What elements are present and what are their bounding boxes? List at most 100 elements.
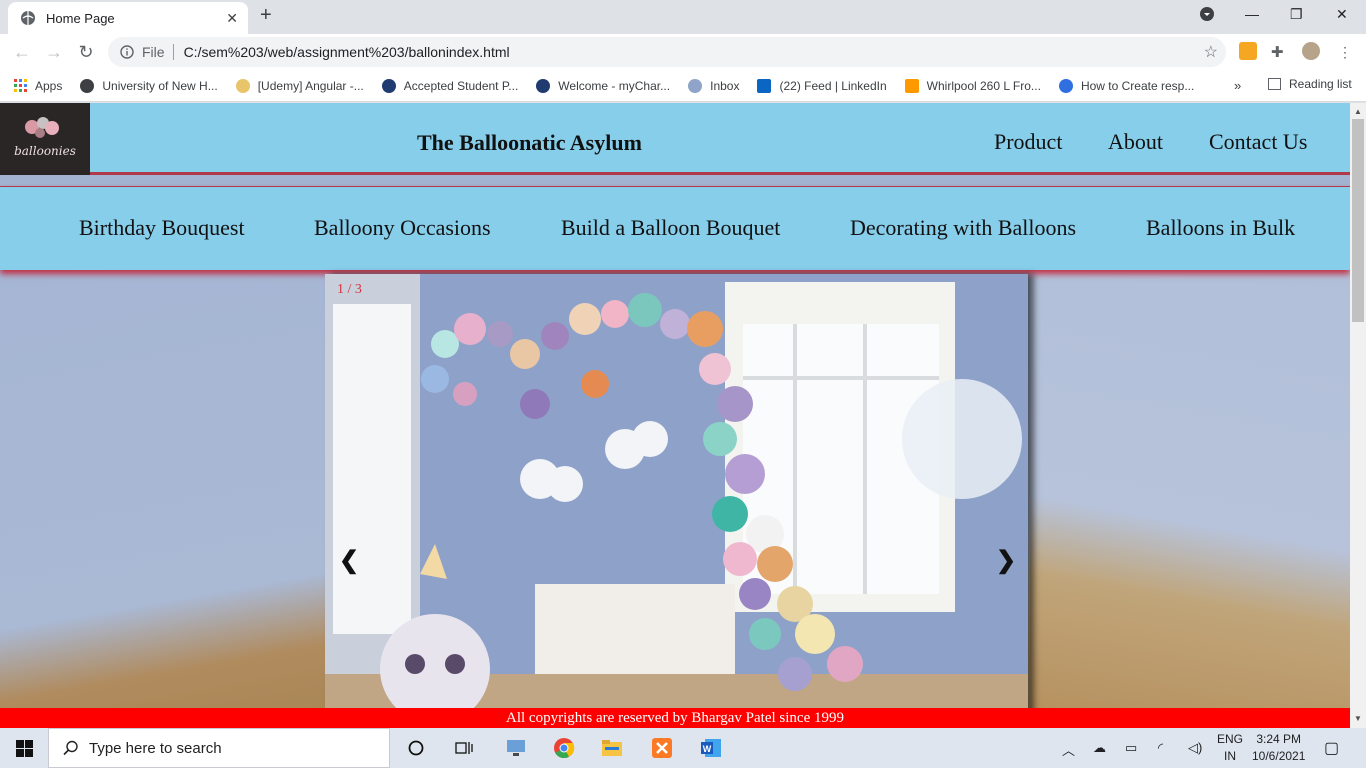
amazon-icon (904, 78, 919, 93)
reading-list-button[interactable]: Reading list (1268, 77, 1352, 91)
desktop-app-icon[interactable] (504, 736, 528, 760)
word-icon[interactable]: W (699, 736, 723, 760)
slideshow-prev-button[interactable]: ❮ (339, 546, 359, 575)
category-balloons-in-bulk[interactable]: Balloons in Bulk (1146, 215, 1295, 241)
bookmark-label: (22) Feed | LinkedIn (779, 78, 887, 93)
more-bookmarks-icon[interactable]: » (1234, 78, 1241, 93)
clock-time: 3:24 PM (1256, 732, 1302, 746)
globe-icon (21, 11, 35, 25)
seal-icon (536, 78, 551, 93)
category-birthday-bouquest[interactable]: Birthday Bouquest (79, 215, 245, 241)
taskbar-search-placeholder: Type here to search (89, 739, 222, 757)
bookmark-label: [Udemy] Angular -... (257, 78, 364, 93)
bookmark-label: Whirlpool 260 L Fro... (926, 78, 1041, 93)
browser-toolbar: ← → ↻ File C:/sem%203/web/assignment%203… (0, 34, 1366, 70)
input-language[interactable]: ENG IN (1217, 731, 1243, 765)
extension-icon[interactable] (1239, 42, 1257, 60)
start-button[interactable] (0, 728, 48, 768)
puzzle-icon[interactable]: ✚ (1271, 43, 1289, 61)
reload-icon[interactable]: ↻ (70, 42, 102, 63)
nav-contact-us[interactable]: Contact Us (1209, 129, 1307, 155)
clock-date: 10/6/2021 (1252, 749, 1306, 763)
volume-icon[interactable]: ◁) (1188, 740, 1202, 756)
back-icon[interactable]: ← (6, 42, 38, 63)
logo-text: balloonies (14, 144, 76, 158)
background-right (1030, 268, 1350, 728)
onedrive-icon[interactable]: ☁ (1093, 740, 1106, 756)
category-decorating-with-balloons[interactable]: Decorating with Balloons (850, 215, 1076, 241)
task-view-icon[interactable] (452, 736, 476, 760)
page-scrollbar[interactable]: ▲ ▼ (1350, 103, 1366, 728)
bookmark-linkedin[interactable]: (22) Feed | LinkedIn (757, 78, 887, 93)
wifi-icon[interactable]: ◜ (1158, 740, 1163, 756)
url-divider (172, 44, 174, 60)
globe-icon (1058, 78, 1073, 93)
tab-search-icon[interactable] (1199, 6, 1215, 25)
globe-icon (80, 78, 95, 93)
bookmark-amazon[interactable]: Whirlpool 260 L Fro... (904, 78, 1041, 93)
scrollbar-thumb[interactable] (1352, 119, 1364, 322)
taskbar-search-box[interactable]: Type here to search (48, 728, 390, 768)
slideshow-next-button[interactable]: ❯ (996, 546, 1016, 575)
reading-list-icon (1268, 78, 1281, 90)
site-header: balloonies The Balloonatic Asylum Produc… (0, 103, 1350, 175)
info-icon (120, 45, 134, 59)
bookmark-label: Accepted Student P... (403, 78, 519, 93)
restore-icon[interactable]: ❐ (1290, 6, 1303, 23)
bookmark-university[interactable]: University of New H... (80, 78, 218, 93)
reading-list-label: Reading list (1289, 77, 1352, 91)
bookmark-inbox[interactable]: Inbox (688, 78, 740, 93)
tab-title: Home Page (46, 10, 115, 26)
search-icon (63, 740, 78, 756)
bookmark-how-to[interactable]: How to Create resp... (1058, 78, 1195, 93)
address-bar[interactable]: File C:/sem%203/web/assignment%203/ballo… (108, 37, 1226, 67)
bookmark-mychar[interactable]: Welcome - myChar... (536, 78, 671, 93)
region-code: IN (1224, 749, 1236, 763)
url-text[interactable]: C:/sem%203/web/assignment%203/balloninde… (184, 44, 510, 60)
slide-image (325, 274, 1028, 728)
scroll-up-icon[interactable]: ▲ (1354, 107, 1362, 116)
windows-logo-icon (15, 739, 33, 757)
minimize-icon[interactable]: — (1245, 6, 1259, 22)
slideshow: 1 / 3 ❮ ❯ (325, 274, 1028, 728)
close-tab-icon[interactable]: ✕ (226, 10, 238, 27)
more-menu-icon[interactable]: ⋮ (1338, 44, 1356, 62)
show-hidden-icons[interactable]: ︿ (1062, 740, 1075, 759)
bookmark-apps[interactable]: Apps (14, 79, 62, 93)
forward-icon[interactable]: → (38, 42, 70, 63)
new-tab-icon[interactable]: + (260, 4, 272, 27)
scroll-down-icon[interactable]: ▼ (1354, 714, 1362, 723)
notifications-icon[interactable]: ▢ (1324, 738, 1339, 758)
site-logo[interactable]: balloonies (0, 103, 90, 175)
close-window-icon[interactable]: ✕ (1336, 6, 1348, 23)
battery-icon[interactable]: ▭ (1125, 740, 1137, 756)
tab-home-page[interactable]: Home Page ✕ (8, 2, 248, 34)
category-balloony-occasions[interactable]: Balloony Occasions (314, 215, 491, 241)
xampp-icon[interactable] (650, 736, 674, 760)
bookmark-udemy[interactable]: [Udemy] Angular -... (235, 78, 364, 93)
bookmark-label: Inbox (710, 78, 740, 93)
slide-counter: 1 / 3 (337, 282, 362, 297)
bookmark-label: How to Create resp... (1080, 78, 1195, 93)
chrome-icon[interactable] (552, 736, 576, 760)
site-title: The Balloonatic Asylum (417, 130, 642, 155)
file-explorer-icon[interactable] (600, 736, 624, 760)
background-left (0, 268, 325, 728)
seal-icon (381, 78, 396, 93)
bookmark-label: Welcome - myChar... (558, 78, 671, 93)
bookmark-accepted-student[interactable]: Accepted Student P... (381, 78, 519, 93)
bookmarks-bar: Apps University of New H... [Udemy] Angu… (0, 70, 1366, 102)
category-build-a-balloon-bouquet[interactable]: Build a Balloon Bouquet (561, 215, 780, 241)
site-footer: All copyrights are reserved by Bhargav P… (0, 708, 1350, 728)
svg-text:W: W (703, 744, 712, 754)
taskbar-clock[interactable]: 3:24 PM 10/6/2021 (1252, 731, 1305, 765)
bookmark-label: University of New H... (102, 78, 218, 93)
nav-about[interactable]: About (1108, 129, 1163, 155)
bookmark-star-icon[interactable]: ☆ (1204, 42, 1218, 62)
cortana-icon[interactable] (404, 736, 428, 760)
linkedin-icon (757, 78, 772, 93)
apps-grid-icon (14, 79, 27, 92)
nav-product[interactable]: Product (994, 129, 1062, 155)
profile-avatar[interactable] (1302, 42, 1320, 60)
url-scheme: File (142, 44, 165, 60)
